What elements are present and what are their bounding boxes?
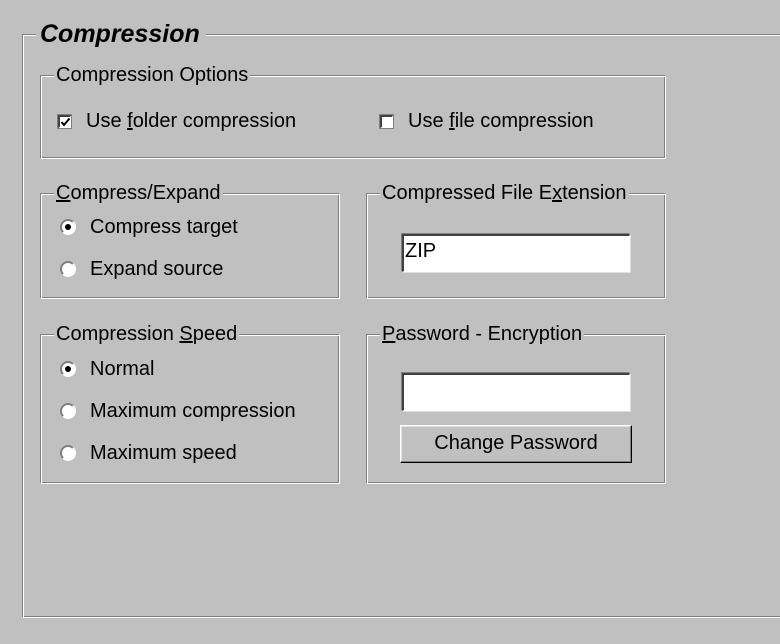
checkmark-icon	[60, 117, 71, 127]
radio-normal[interactable]: Normal	[60, 358, 154, 380]
use-folder-compression-checkbox[interactable]: Use folder compression	[58, 110, 296, 132]
file-checkbox-box[interactable]	[380, 114, 393, 128]
radio-maximum-compression[interactable]: Maximum compression	[60, 400, 296, 422]
radio-expand-source-button[interactable]	[60, 261, 76, 277]
folder-checkbox-label: Use folder compression	[86, 110, 297, 132]
use-file-compression-checkbox[interactable]: Use file compression	[380, 110, 594, 132]
radio-maximum-compression-label: Maximum compression	[90, 400, 296, 422]
radio-normal-label: Normal	[90, 358, 155, 380]
radio-compress-target[interactable]: Compress target	[60, 216, 238, 238]
radio-compress-target-label: Compress target	[90, 216, 238, 238]
radio-selected-dot	[65, 224, 71, 230]
radio-selected-dot	[65, 366, 71, 372]
compress-expand-title: Compress/Expand	[54, 182, 223, 204]
file-checkbox-label: Use file compression	[408, 110, 594, 132]
radio-maximum-compression-button[interactable]	[60, 403, 76, 419]
radio-compress-target-button[interactable]	[60, 219, 76, 235]
file-extension-input[interactable]: ZIP	[402, 234, 630, 272]
folder-checkbox-box[interactable]	[58, 114, 71, 128]
radio-maximum-speed[interactable]: Maximum speed	[60, 442, 237, 464]
radio-normal-button[interactable]	[60, 361, 76, 377]
password-title: Password - Encryption	[380, 323, 585, 345]
change-password-button[interactable]: Change Password	[400, 425, 632, 463]
compression-title: Compression	[36, 19, 206, 49]
compress-expand-group	[40, 193, 340, 299]
file-extension-title: Compressed File Extension	[380, 182, 629, 204]
compression-options-title: Compression Options	[54, 64, 251, 86]
radio-expand-source-label: Expand source	[90, 258, 224, 280]
radio-maximum-speed-label: Maximum speed	[90, 442, 237, 464]
password-input[interactable]	[402, 373, 630, 411]
radio-expand-source[interactable]: Expand source	[60, 258, 223, 280]
compression-speed-title: Compression Speed	[54, 323, 240, 345]
radio-maximum-speed-button[interactable]	[60, 445, 76, 461]
